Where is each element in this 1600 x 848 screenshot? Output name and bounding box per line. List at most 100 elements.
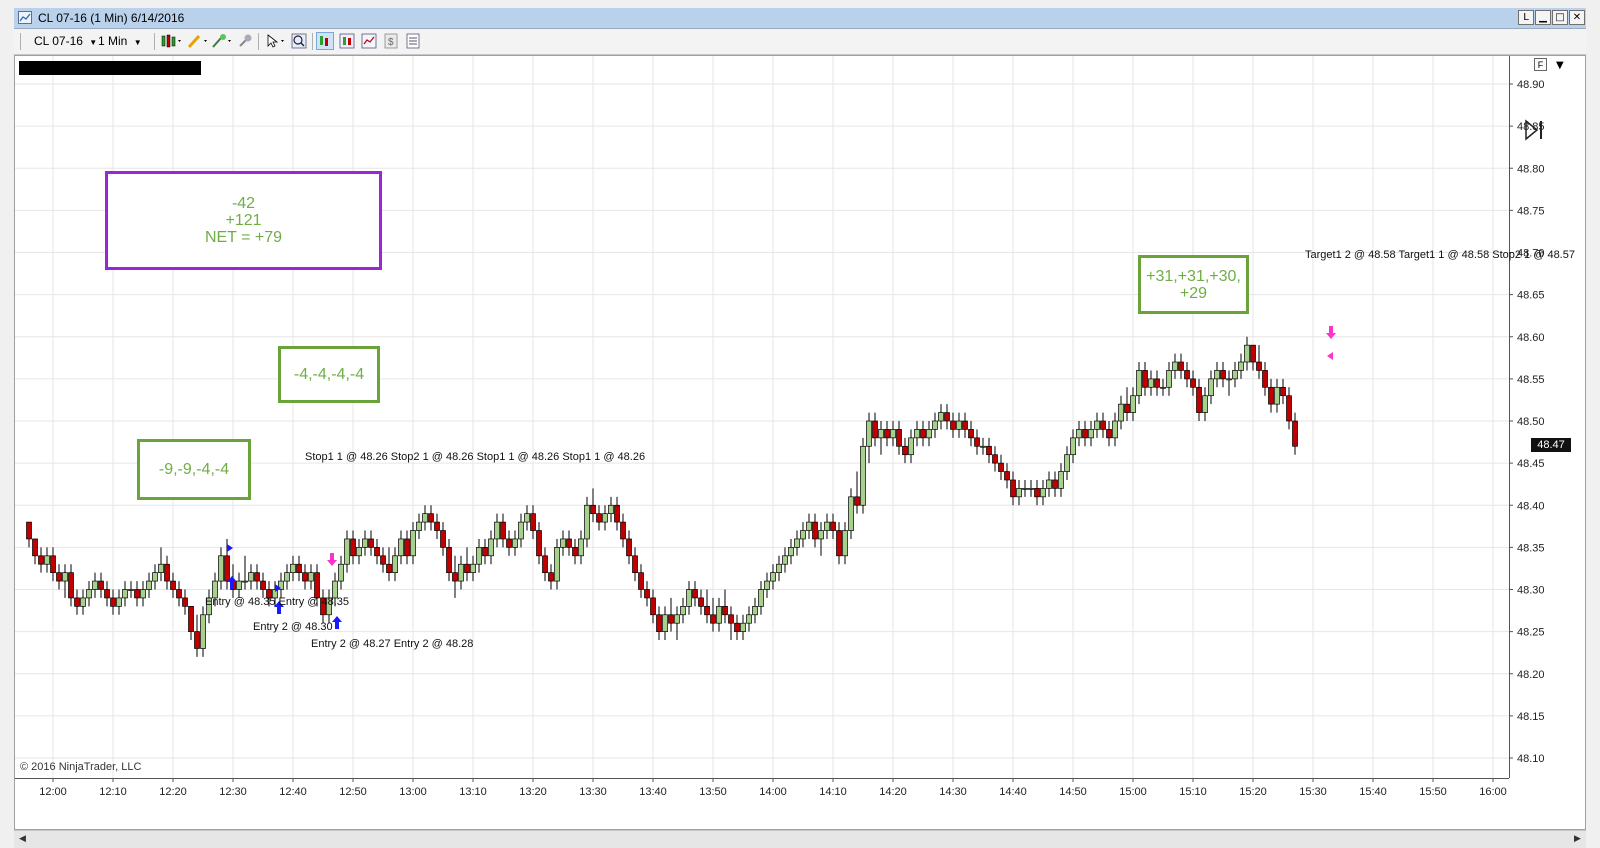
y-tick-label: 48.15 <box>1517 711 1545 723</box>
candle <box>344 530 350 573</box>
candle <box>932 412 938 438</box>
zoom-icon[interactable] <box>290 32 308 50</box>
candle-body <box>1064 454 1070 472</box>
candle <box>956 412 962 438</box>
scroll-left-icon[interactable]: ◀ <box>14 831 31 848</box>
chart-style-icon[interactable] <box>338 32 356 50</box>
link-button[interactable]: L <box>1518 10 1534 25</box>
title-bar[interactable]: CL 07-16 (1 Min) 6/14/2016 L ▁ □ ✕ <box>14 8 1586 29</box>
candle-body <box>566 538 572 548</box>
y-tick-label: 48.55 <box>1517 374 1545 386</box>
candle <box>746 606 752 632</box>
candle-body <box>1130 395 1136 413</box>
candle <box>1172 353 1178 379</box>
trade-result-annotation[interactable]: -9,-9,-4,-4 <box>137 439 251 500</box>
y-tick-label: 48.60 <box>1517 332 1545 344</box>
candle <box>842 522 848 565</box>
indicator-icon[interactable] <box>360 32 378 50</box>
data-box-icon[interactable] <box>316 32 334 50</box>
y-tick-label: 48.90 <box>1517 79 1545 91</box>
magic-wand-icon[interactable] <box>210 32 231 50</box>
candle <box>1058 463 1064 497</box>
x-tick-label: 15:10 <box>1179 786 1207 798</box>
candle-body <box>1100 420 1106 430</box>
candle-body <box>308 572 314 582</box>
candle <box>1154 370 1160 396</box>
candle <box>350 530 356 565</box>
candle-body <box>1148 378 1154 388</box>
trade-result-annotation[interactable]: -4,-4,-4,-4 <box>278 346 380 403</box>
net-result-annotation[interactable]: -42 +121 NET = +79 <box>105 171 382 270</box>
candle <box>854 471 860 514</box>
go-to-end-button[interactable] <box>1524 119 1546 146</box>
minimize-button[interactable]: ▁ <box>1535 10 1551 25</box>
candle <box>362 530 368 556</box>
candle-body <box>620 521 626 540</box>
candle <box>356 538 362 565</box>
properties-icon[interactable] <box>404 32 422 50</box>
candle-body <box>44 555 50 565</box>
candle <box>176 581 182 607</box>
candle-body <box>1154 378 1160 388</box>
horizontal-scrollbar[interactable]: ◀ ▶ <box>14 830 1586 848</box>
candle-body <box>146 580 152 590</box>
candle-body <box>980 445 986 448</box>
price-axis: 48.9048.8548.8048.7548.7048.6548.6048.55… <box>1509 56 1545 778</box>
chart-window: CL 07-16 (1 Min) 6/14/2016 L ▁ □ ✕ CL 07… <box>0 0 1600 848</box>
chart-panel[interactable]: 48.90 48.85 48.80 48.75 48.70 48.65 48.60 48.55… <box>14 55 1586 830</box>
candle <box>710 597 716 632</box>
candle-body <box>1118 403 1124 422</box>
candle-body <box>554 547 560 582</box>
scroll-right-icon[interactable]: ▶ <box>1569 831 1586 848</box>
candle-body <box>32 538 38 557</box>
pin-icon[interactable] <box>236 32 254 50</box>
candle-body <box>416 521 422 531</box>
annotation-text: -9,-9,-4,-4 <box>158 461 230 478</box>
candle-body <box>92 580 98 590</box>
instrument-selector[interactable]: CL 07-16 ▼ <box>34 34 97 48</box>
candle <box>866 412 872 464</box>
candle-body <box>722 605 728 616</box>
candle-body <box>950 420 956 430</box>
cursor-select-icon[interactable] <box>264 32 284 50</box>
trade-result-annotation[interactable]: +31,+31,+30, +29 <box>1138 255 1249 314</box>
maximize-button[interactable]: □ <box>1552 10 1568 25</box>
x-tick-label: 13:10 <box>459 786 487 798</box>
candle <box>74 589 80 615</box>
candle <box>818 522 824 556</box>
candle-body <box>854 496 860 506</box>
execution-label: Stop1 1 @ 48.26 Stop2 1 @ 48.26 Stop1 1 … <box>305 451 646 463</box>
candle-body <box>944 412 950 422</box>
x-tick-label: 13:00 <box>399 786 427 798</box>
x-tick-label: 15:20 <box>1239 786 1267 798</box>
candle-body <box>614 504 620 523</box>
candle <box>764 572 770 598</box>
candle <box>86 581 92 607</box>
pencil-draw-icon[interactable] <box>186 32 207 50</box>
candle <box>296 555 302 582</box>
close-button[interactable]: ✕ <box>1569 10 1585 25</box>
candle-body <box>680 605 686 616</box>
candle-body <box>644 589 650 599</box>
candle <box>80 589 86 615</box>
copyright-text: © 2016 NinjaTrader, LLC <box>20 761 142 773</box>
format-button[interactable]: F <box>1534 58 1547 71</box>
chevron-down-icon[interactable]: ▼ <box>1556 60 1564 71</box>
candle-body <box>38 555 44 565</box>
candle-body <box>1268 386 1274 405</box>
candle <box>926 421 932 447</box>
candle <box>1016 479 1022 506</box>
annotation-text: -42 +121 NET = +79 <box>204 195 283 246</box>
candle <box>158 547 164 582</box>
bar-type-icon[interactable] <box>160 32 181 50</box>
candle <box>236 572 242 598</box>
chevron-down-icon: ▼ <box>133 38 142 47</box>
candle <box>164 555 170 590</box>
chart-toolbar: CL 07-16 ▼ 1 Min ▼ $ <box>14 29 1586 55</box>
interval-selector[interactable]: 1 Min ▼ <box>98 34 142 48</box>
svg-text:$: $ <box>388 37 394 48</box>
strategy-icon[interactable]: $ <box>382 32 400 50</box>
candle-body <box>734 622 740 632</box>
candle <box>62 564 68 598</box>
candle <box>260 572 266 598</box>
